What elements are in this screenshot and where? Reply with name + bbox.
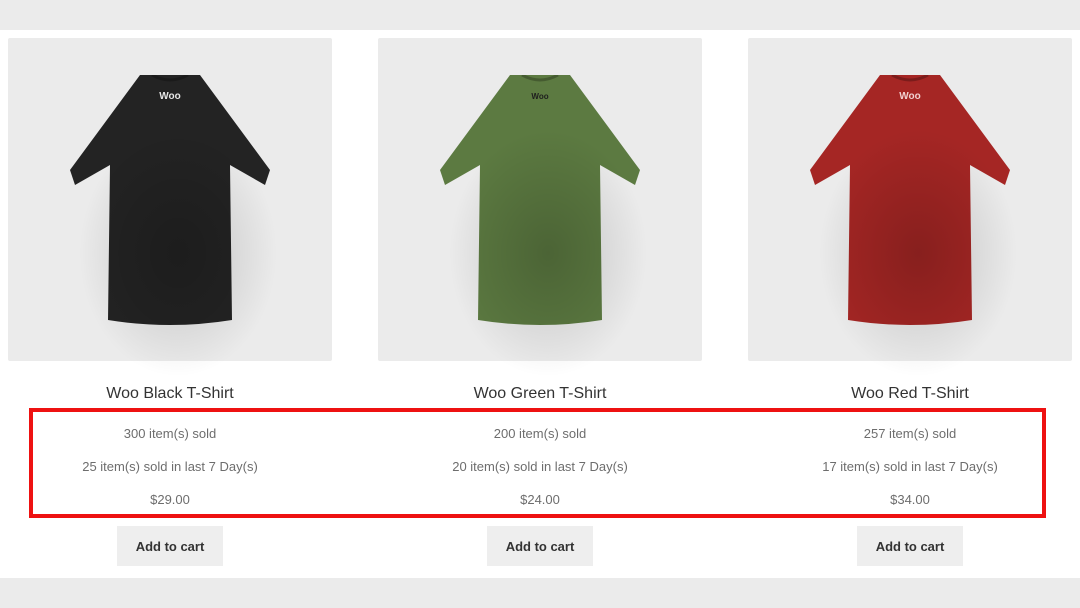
product-grid: Woo Woo Black T-Shirt 300 item(s) sold 2…: [0, 30, 1080, 578]
image-shadow: [78, 128, 278, 378]
add-to-cart-button[interactable]: Add to cart: [117, 526, 223, 566]
sold-recent-text: 20 item(s) sold in last 7 Day(s): [452, 459, 628, 474]
logo-text: Woo: [159, 91, 180, 102]
sold-total-text: 257 item(s) sold: [863, 426, 957, 441]
sold-total-text: 200 item(s) sold: [493, 426, 587, 441]
price-text: $34.00: [890, 492, 930, 507]
sold-recent-text: 25 item(s) sold in last 7 Day(s): [82, 459, 258, 474]
add-to-cart-button[interactable]: Add to cart: [857, 526, 963, 566]
product-card-red: Woo Woo Red T-Shirt 257 item(s) sold 17 …: [748, 38, 1072, 578]
product-image[interactable]: Woo: [378, 38, 702, 378]
price-text: $29.00: [150, 492, 190, 507]
sold-total-text: 300 item(s) sold: [123, 426, 217, 441]
product-image[interactable]: Woo: [748, 38, 1072, 378]
product-title[interactable]: Woo Green T-Shirt: [378, 385, 702, 403]
add-to-cart-button[interactable]: Add to cart: [487, 526, 593, 566]
logo-text: Woo: [899, 91, 920, 102]
price-text: $24.00: [520, 492, 560, 507]
image-shadow: [448, 128, 648, 378]
logo-text: Woo: [531, 92, 548, 101]
product-image[interactable]: Woo: [8, 38, 332, 378]
product-card-black: Woo Woo Black T-Shirt 300 item(s) sold 2…: [8, 38, 332, 578]
footer-strip: [0, 578, 1080, 608]
sold-recent-text: 17 item(s) sold in last 7 Day(s): [822, 459, 998, 474]
product-title[interactable]: Woo Black T-Shirt: [8, 385, 332, 403]
image-shadow: [818, 128, 1018, 378]
product-title[interactable]: Woo Red T-Shirt: [748, 385, 1072, 403]
product-card-green: Woo Woo Green T-Shirt 200 item(s) sold 2…: [378, 38, 702, 578]
